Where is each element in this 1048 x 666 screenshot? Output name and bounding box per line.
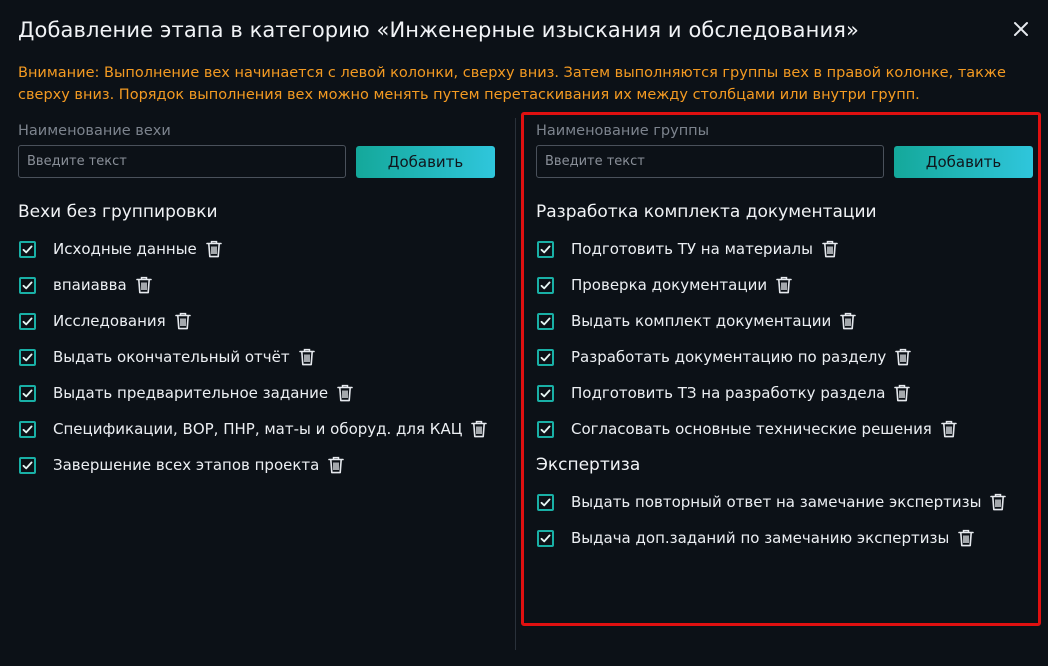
milestone-item[interactable]: Выдать повторный ответ на замечание эксп… <box>536 484 1034 520</box>
milestone-checkbox[interactable] <box>19 456 36 474</box>
milestone-checkbox[interactable] <box>19 420 36 438</box>
trash-icon[interactable] <box>840 312 857 330</box>
trash-icon[interactable] <box>298 348 315 366</box>
trash-icon[interactable] <box>941 420 957 438</box>
milestone-label: Спецификации, ВОР, ПНР, мат-ы и оборуд. … <box>53 420 463 438</box>
milestone-item[interactable]: Спецификации, ВОР, ПНР, мат-ы и оборуд. … <box>18 411 496 447</box>
add-group-button[interactable]: Добавить <box>894 145 1033 178</box>
milestone-label: Разработать документацию по разделу <box>571 348 887 366</box>
milestone-checkbox[interactable] <box>537 312 554 330</box>
milestone-label: Выдать комплект документации <box>571 312 832 330</box>
checkmark-icon <box>22 353 33 361</box>
close-icon[interactable] <box>1010 18 1032 40</box>
checkmark-icon <box>540 425 551 433</box>
checkmark-icon <box>22 425 33 433</box>
checkmark-icon <box>22 281 33 289</box>
milestone-checkbox[interactable] <box>537 529 554 547</box>
group-title: Разработка комплекта документации <box>536 202 877 222</box>
checkmark-icon <box>540 281 551 289</box>
column-divider <box>515 118 516 650</box>
milestone-item[interactable]: Проверка документации <box>536 267 1034 303</box>
milestone-checkbox[interactable] <box>19 312 36 330</box>
milestone-input-row: Добавить <box>18 145 496 178</box>
milestone-label: Проверка документации <box>571 276 768 294</box>
milestone-label: Завершение всех этапов проекта <box>53 456 320 474</box>
milestone-label: Исходные данные <box>53 240 197 258</box>
checkmark-icon <box>22 461 33 469</box>
checkmark-icon <box>540 317 551 325</box>
ungrouped-section-title: Вехи без группировки <box>18 202 218 222</box>
checkmark-icon <box>22 245 33 253</box>
checkmark-icon <box>540 498 551 506</box>
group-name-label: Наименование группы <box>536 123 710 139</box>
checkmark-icon <box>540 534 551 542</box>
milestone-checkbox[interactable] <box>537 276 554 294</box>
group-milestone-list: Выдать повторный ответ на замечание эксп… <box>536 484 1034 556</box>
trash-icon[interactable] <box>776 276 792 294</box>
milestone-item[interactable]: Выдать окончательный отчёт <box>18 339 496 375</box>
group-milestone-list: Подготовить ТУ на материалы Проверка доку… <box>536 231 1034 447</box>
trash-icon[interactable] <box>822 240 838 258</box>
milestone-checkbox[interactable] <box>537 348 554 366</box>
ungrouped-milestones-column: Наименование вехи Добавить Вехи без груп… <box>18 118 496 483</box>
trash-icon[interactable] <box>471 420 488 438</box>
milestone-checkbox[interactable] <box>19 240 36 258</box>
milestone-item[interactable]: Разработать документацию по разделу <box>536 339 1034 375</box>
trash-icon[interactable] <box>174 312 191 330</box>
checkmark-icon <box>22 389 33 397</box>
trash-icon[interactable] <box>205 240 222 258</box>
milestone-item[interactable]: Подготовить ТУ на материалы <box>536 231 1034 267</box>
milestone-item[interactable]: Выдать комплект документации <box>536 303 1034 339</box>
milestone-item[interactable]: впаиавва <box>18 267 496 303</box>
milestone-checkbox[interactable] <box>537 240 554 258</box>
add-milestone-button[interactable]: Добавить <box>356 145 495 178</box>
add-stage-dialog: Добавление этапа в категорию «Инженерные… <box>0 0 1048 666</box>
warning-text: Внимание: Выполнение вех начинается с ле… <box>18 65 1006 103</box>
milestone-group: Экспертиза Выдать повторный ответ на заме… <box>536 454 1034 556</box>
checkmark-icon <box>540 353 551 361</box>
trash-icon[interactable] <box>337 384 353 402</box>
trash-icon[interactable] <box>990 493 1007 511</box>
milestone-label: Подготовить ТЗ на разработку раздела <box>571 384 886 402</box>
milestone-label: впаиавва <box>53 276 127 294</box>
group-title: Экспертиза <box>536 455 641 475</box>
trash-icon[interactable] <box>895 348 912 366</box>
milestone-item[interactable]: Завершение всех этапов проекта <box>18 447 496 483</box>
milestone-item[interactable]: Выдать предварительное задание <box>18 375 496 411</box>
milestone-label: Выдать окончательный отчёт <box>53 348 290 366</box>
milestone-item[interactable]: Согласовать основные технические решения <box>536 411 1034 447</box>
ungrouped-milestone-list: Исходные данные впаиавва Исследования Выдат… <box>18 231 496 483</box>
checkmark-icon <box>540 245 551 253</box>
trash-icon[interactable] <box>958 529 975 547</box>
milestone-checkbox[interactable] <box>19 276 36 294</box>
trash-icon[interactable] <box>328 456 345 474</box>
dialog-title: Добавление этапа в категорию «Инженерные… <box>18 18 859 42</box>
milestone-label: Выдача доп.заданий по замечанию эксперти… <box>571 529 950 547</box>
trash-icon[interactable] <box>894 384 911 402</box>
milestone-name-label: Наименование вехи <box>18 123 171 139</box>
milestone-item[interactable]: Выдача доп.заданий по замечанию эксперти… <box>536 520 1034 556</box>
milestone-label: Исследования <box>53 312 166 330</box>
milestone-label: Выдать повторный ответ на замечание эксп… <box>571 493 982 511</box>
milestone-label: Выдать предварительное задание <box>53 384 329 402</box>
milestone-group: Разработка комплекта документации Подгото… <box>536 201 1034 447</box>
group-input-row: Добавить <box>536 145 1034 178</box>
milestone-checkbox[interactable] <box>19 348 36 366</box>
milestone-item[interactable]: Исследования <box>18 303 496 339</box>
milestone-checkbox[interactable] <box>19 384 36 402</box>
group-name-input[interactable] <box>536 145 884 178</box>
milestone-checkbox[interactable] <box>537 384 554 402</box>
milestone-label: Согласовать основные технические решения <box>571 420 932 438</box>
milestone-groups: Разработка комплекта документации Подгото… <box>536 201 1034 556</box>
milestone-groups-column: Наименование группы Добавить Разработка … <box>536 118 1034 556</box>
milestone-item[interactable]: Исходные данные <box>18 231 496 267</box>
checkmark-icon <box>22 317 33 325</box>
milestone-checkbox[interactable] <box>537 493 554 511</box>
checkmark-icon <box>540 389 551 397</box>
milestone-checkbox[interactable] <box>537 420 554 438</box>
milestone-label: Подготовить ТУ на материалы <box>571 240 813 258</box>
milestone-name-input[interactable] <box>18 145 346 178</box>
milestone-item[interactable]: Подготовить ТЗ на разработку раздела <box>536 375 1034 411</box>
trash-icon[interactable] <box>135 276 152 294</box>
